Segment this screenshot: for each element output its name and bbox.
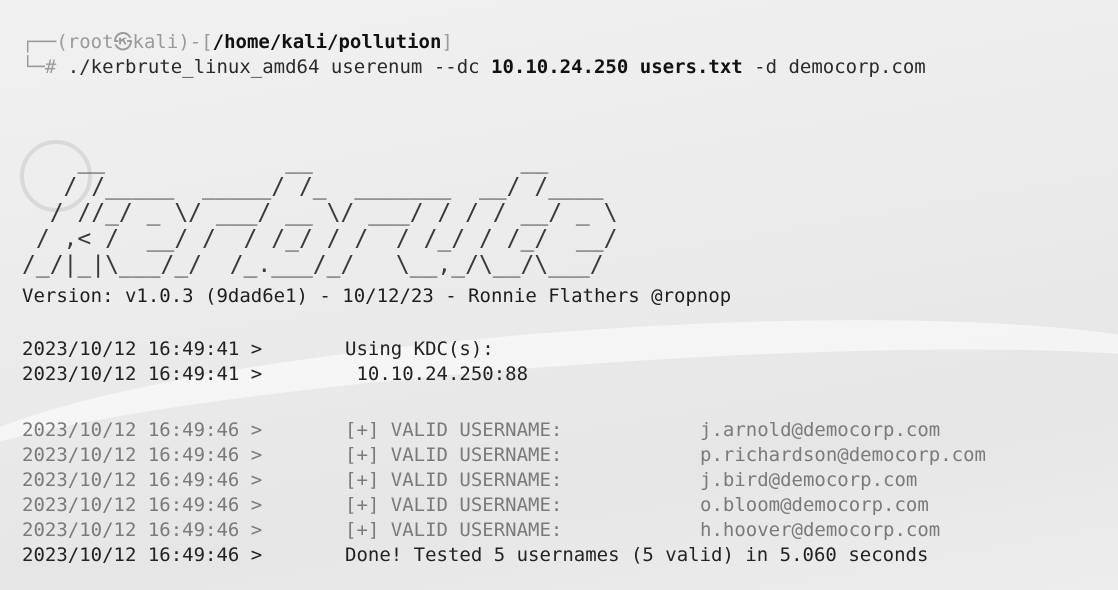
command-line[interactable]: └─# ./kerbrute_linux_amd64 userenum --dc… bbox=[22, 55, 926, 79]
terminal-window[interactable]: ┌──(root㉿kali)-[/home/kali/pollution] └─… bbox=[0, 0, 1118, 590]
log-message: [+] VALID USERNAME: bbox=[345, 444, 563, 466]
log-message: 10.10.24.250:88 bbox=[345, 363, 529, 385]
log-time: 2023/10/12 16:49:46 > bbox=[22, 519, 263, 541]
prompt-at: ㉿ bbox=[113, 31, 133, 53]
prompt-path: /home/kali/pollution bbox=[212, 31, 442, 53]
done-message: Done! Tested 5 usernames (5 valid) in 5.… bbox=[345, 544, 929, 566]
log-message: [+] VALID USERNAME: bbox=[345, 519, 563, 541]
log-message: [+] VALID USERNAME: bbox=[345, 494, 563, 516]
prompt-close: ] bbox=[441, 31, 453, 53]
log-time: 2023/10/12 16:49:46 > bbox=[22, 444, 263, 466]
prompt-user: root bbox=[67, 31, 114, 53]
kerbrute-ascii-banner: __ __ __ / /_____ _____/ /_ _______ __/ … bbox=[22, 148, 618, 278]
prompt-mid: )-[ bbox=[178, 31, 213, 53]
command-text: ./kerbrute_linux_amd64 userenum --dc bbox=[67, 56, 492, 78]
valid-username: j.arnold@democorp.com bbox=[700, 419, 941, 441]
log-time: 2023/10/12 16:49:46 > bbox=[22, 544, 263, 566]
valid-username: h.hoover@democorp.com bbox=[700, 519, 941, 541]
log-time: 2023/10/12 16:49:41 > bbox=[22, 363, 263, 385]
log-time: 2023/10/12 16:49:46 > bbox=[22, 494, 263, 516]
prompt-host: kali bbox=[132, 31, 179, 53]
command-domain: -d democorp.com bbox=[742, 56, 926, 78]
version-line: Version: v1.0.3 (9dad6e1) - 10/12/23 - R… bbox=[22, 285, 732, 307]
valid-username: j.bird@democorp.com bbox=[700, 469, 918, 491]
command-dc-ip: 10.10.24.250 bbox=[491, 56, 629, 78]
log-message: Using KDC(s): bbox=[345, 338, 494, 360]
command-userfile: users.txt bbox=[639, 56, 743, 78]
log-time: 2023/10/12 16:49:41 > bbox=[22, 338, 263, 360]
valid-username: p.richardson@democorp.com bbox=[700, 444, 986, 466]
prompt-hash: └─# bbox=[22, 56, 68, 78]
log-time: 2023/10/12 16:49:46 > bbox=[22, 469, 263, 491]
log-message: [+] VALID USERNAME: bbox=[345, 419, 563, 441]
prompt-line: ┌──(root㉿kali)-[/home/kali/pollution] bbox=[22, 30, 453, 54]
log-time: 2023/10/12 16:49:46 > bbox=[22, 419, 263, 441]
prompt-open: ┌──( bbox=[22, 31, 68, 53]
log-message: [+] VALID USERNAME: bbox=[345, 469, 563, 491]
valid-username: o.bloom@democorp.com bbox=[700, 494, 929, 516]
